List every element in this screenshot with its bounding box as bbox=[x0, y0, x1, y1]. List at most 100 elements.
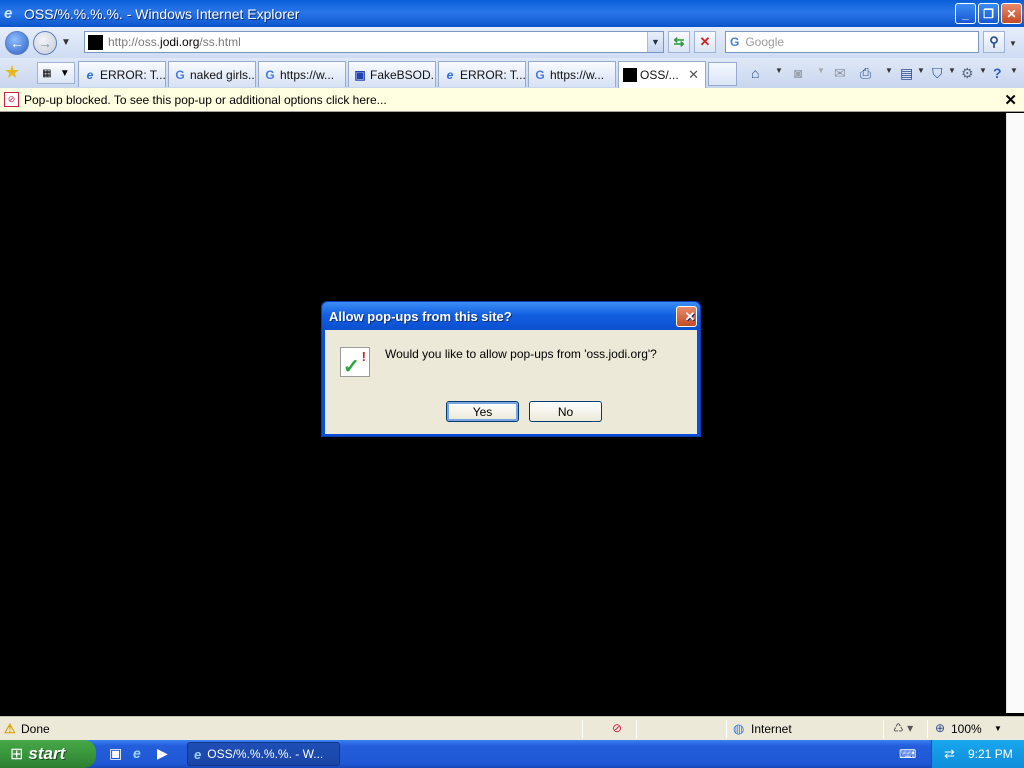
tab-label: ERROR: T... bbox=[100, 67, 166, 82]
tab-error-2[interactable]: e ERROR: T... bbox=[438, 61, 526, 87]
safety-dropdown-icon[interactable]: ▼ bbox=[948, 66, 956, 75]
stop-button[interactable]: ✕ bbox=[694, 31, 716, 53]
tab-label: naked girls... bbox=[190, 67, 256, 82]
google-icon: G bbox=[535, 67, 545, 82]
search-box[interactable]: G Google bbox=[725, 31, 979, 53]
taskbar: ⊞ start ▣ e ▶ e OSS/%.%.%.%. - W... ⌨ ⇄ … bbox=[0, 740, 1024, 768]
ie-icon: e bbox=[194, 746, 202, 762]
status-divider bbox=[883, 720, 884, 738]
feeds-icon[interactable]: ◙ bbox=[794, 64, 802, 82]
status-bar: ⚠ Done ⊘ ◍ Internet ♺ ▾ ⊕ 100% ▼ bbox=[0, 716, 1024, 740]
search-options-dropdown-icon[interactable]: ▼ bbox=[1009, 39, 1017, 48]
window-title: OSS/%.%.%.%. - Windows Internet Explorer bbox=[24, 5, 300, 22]
close-infobar-icon[interactable]: ✕ bbox=[1004, 91, 1017, 109]
ie-icon: e bbox=[86, 67, 94, 82]
internet-zone-globe-icon: ◍ bbox=[733, 721, 745, 736]
quick-tabs-button[interactable]: ▦ ▼ bbox=[37, 62, 75, 84]
home-icon[interactable]: ⌂ bbox=[751, 64, 759, 82]
favorites-star-icon[interactable]: ★ bbox=[4, 63, 20, 81]
tab-https-1[interactable]: G https://w... bbox=[258, 61, 346, 87]
tools-gear-icon[interactable]: ⚙ bbox=[961, 64, 974, 82]
dialog-message: Would you like to allow pop-ups from 'os… bbox=[385, 347, 657, 361]
dialog-title-bar[interactable]: Allow pop-ups from this site? ✕ bbox=[322, 302, 700, 330]
protected-mode-icon[interactable]: ♺ ▾ bbox=[893, 721, 913, 735]
mail-icon[interactable]: ✉ bbox=[834, 64, 846, 82]
status-divider bbox=[927, 720, 928, 738]
taskbar-button-label: OSS/%.%.%.%. - W... bbox=[207, 747, 324, 761]
taskbar-button-ie[interactable]: e OSS/%.%.%.%. - W... bbox=[187, 742, 340, 766]
network-icon[interactable]: ⇄ bbox=[944, 746, 955, 762]
quicklaunch-desktop-icon[interactable]: ▣ bbox=[109, 745, 122, 762]
vertical-scrollbar[interactable] bbox=[1006, 113, 1024, 713]
tab-https-2[interactable]: G https://w... bbox=[528, 61, 616, 87]
page-dropdown-icon[interactable]: ▼ bbox=[917, 66, 925, 75]
stop-icon: ✕ bbox=[699, 34, 711, 49]
window-title-bar[interactable]: e OSS/%.%.%.%. - Windows Internet Explor… bbox=[0, 0, 1024, 27]
help-icon[interactable]: ? bbox=[993, 64, 1002, 82]
tab-fakebsod[interactable]: ▣ FakeBSOD... bbox=[348, 61, 436, 87]
black-square-icon bbox=[623, 68, 637, 82]
address-url[interactable]: http://oss.jodi.org/ss.html bbox=[108, 35, 241, 49]
start-label: start bbox=[28, 744, 66, 763]
exclamation-icon: ! bbox=[361, 349, 366, 364]
allow-popups-dialog: Allow pop-ups from this site? ✕ ✓ ! Woul… bbox=[321, 301, 701, 437]
tab-naked-girls[interactable]: G naked girls... bbox=[168, 61, 256, 87]
navigation-bar: ← → ▼ http://oss.jodi.org/ss.html ▼ ⇆ ✕ … bbox=[0, 27, 1024, 58]
refresh-icon: ⇆ bbox=[673, 34, 685, 49]
status-divider bbox=[636, 720, 637, 738]
print-dropdown-icon[interactable]: ▼ bbox=[885, 66, 893, 75]
popup-blocked-status-icon[interactable]: ⊘ bbox=[612, 721, 622, 735]
security-zone: Internet bbox=[751, 722, 792, 736]
status-divider bbox=[726, 720, 727, 738]
tools-dropdown-icon[interactable]: ▼ bbox=[979, 66, 987, 75]
yes-button[interactable]: Yes bbox=[446, 401, 519, 422]
refresh-button[interactable]: ⇆ bbox=[668, 31, 690, 53]
zoom-level[interactable]: 100% bbox=[951, 722, 982, 736]
recent-pages-dropdown-icon[interactable]: ▼ bbox=[61, 37, 71, 48]
print-icon[interactable]: ⎙ bbox=[860, 64, 871, 82]
popup-blocked-infobar[interactable]: ⊘ Pop-up blocked. To see this pop-up or … bbox=[0, 88, 1024, 112]
forward-arrow-icon: → bbox=[38, 34, 52, 51]
address-bar[interactable]: http://oss.jodi.org/ss.html ▼ bbox=[84, 31, 664, 53]
restore-button[interactable]: ❐ bbox=[978, 3, 999, 24]
dialog-close-button[interactable]: ✕ bbox=[676, 306, 697, 327]
keyboard-icon[interactable]: ⌨ bbox=[899, 747, 916, 761]
tab-list-dropdown-icon: ▼ bbox=[59, 67, 70, 79]
google-icon: G bbox=[265, 67, 275, 82]
new-tab-button[interactable] bbox=[708, 62, 737, 86]
popup-check-icon: ✓ ! bbox=[340, 347, 370, 378]
no-button[interactable]: No bbox=[529, 401, 602, 422]
url-path: /ss.html bbox=[199, 35, 241, 49]
quicklaunch-media-player-icon[interactable]: ▶ bbox=[157, 745, 168, 762]
site-favicon bbox=[88, 34, 103, 50]
infobar-message[interactable]: Pop-up blocked. To see this pop-up or ad… bbox=[24, 93, 387, 107]
system-tray: ⇄ 9:21 PM bbox=[931, 740, 1024, 768]
close-tab-icon[interactable]: ✕ bbox=[688, 67, 699, 83]
warning-icon: ⚠ bbox=[4, 721, 16, 736]
monitor-icon: ▣ bbox=[354, 67, 366, 82]
start-button[interactable]: ⊞ start bbox=[0, 740, 96, 768]
tab-oss-active[interactable]: OSS/... ✕ bbox=[618, 61, 706, 88]
close-window-button[interactable]: ✕ bbox=[1001, 3, 1022, 24]
tab-error-1[interactable]: e ERROR: T... bbox=[78, 61, 166, 87]
feeds-dropdown-icon: ▼ bbox=[817, 66, 825, 75]
zoom-dropdown-icon[interactable]: ▼ bbox=[994, 724, 1002, 733]
dialog-title: Allow pop-ups from this site? bbox=[329, 308, 512, 324]
zoom-icon: ⊕ bbox=[935, 721, 946, 735]
safety-shield-icon[interactable]: ⛉ bbox=[932, 64, 943, 82]
address-dropdown-button[interactable]: ▼ bbox=[647, 32, 663, 52]
help-dropdown-icon[interactable]: ▼ bbox=[1010, 66, 1018, 75]
forward-button[interactable]: → bbox=[33, 30, 57, 55]
page-icon[interactable]: ▤ bbox=[900, 64, 913, 82]
home-dropdown-icon[interactable]: ▼ bbox=[775, 66, 783, 75]
dialog-body: ✓ ! Would you like to allow pop-ups from… bbox=[325, 330, 697, 434]
search-button[interactable]: ⚲ bbox=[983, 31, 1005, 53]
back-button[interactable]: ← bbox=[5, 30, 29, 55]
quicklaunch-ie-icon[interactable]: e bbox=[133, 745, 141, 761]
windows-flag-icon: ⊞ bbox=[10, 746, 24, 763]
popup-blocked-icon: ⊘ bbox=[4, 92, 19, 107]
ie-icon: e bbox=[4, 4, 13, 22]
minimize-button[interactable]: _ bbox=[955, 3, 976, 24]
google-icon: G bbox=[730, 35, 740, 49]
status-divider bbox=[582, 720, 583, 738]
